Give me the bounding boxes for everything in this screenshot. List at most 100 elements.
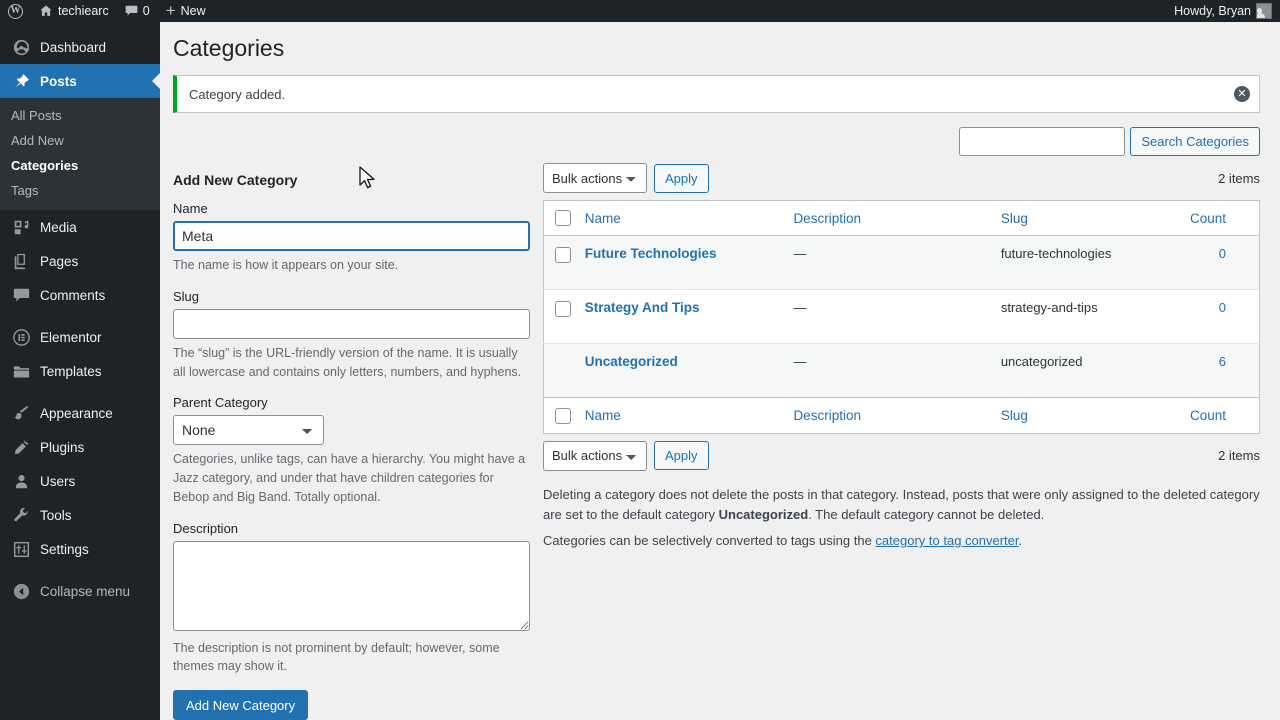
parent-category-select[interactable]: None	[173, 415, 324, 446]
sidebar-item-label: Users	[40, 473, 76, 489]
home-icon	[39, 4, 53, 18]
search-input[interactable]	[959, 127, 1126, 156]
sidebar-subitem-tags[interactable]: Tags	[0, 178, 160, 203]
row-description-cell: —	[793, 235, 1001, 290]
account-menu[interactable]: Howdy, Bryan	[1166, 0, 1280, 22]
row-description-cell: —	[793, 343, 1001, 398]
row-checkbox[interactable]	[555, 247, 571, 263]
description-help-text: The description is not prominent by defa…	[173, 640, 500, 674]
row-count-cell: 0	[1189, 289, 1260, 344]
pin-icon	[11, 71, 31, 91]
table-footer-row: Name Description Slug Count	[543, 397, 1260, 434]
category-name-link[interactable]: Strategy And Tips	[585, 300, 700, 315]
footnote-text-b: . The default category cannot be deleted…	[808, 507, 1045, 523]
search-categories-button[interactable]: Search Categories	[1130, 127, 1260, 156]
media-icon	[11, 217, 31, 237]
select-all-checkbox-top[interactable]	[555, 210, 571, 227]
row-checkbox[interactable]	[555, 301, 571, 317]
wordpress-logo-icon: W	[8, 3, 23, 19]
row-slug-cell: uncategorized	[1000, 343, 1190, 398]
avatar	[1256, 3, 1272, 19]
sidebar-subitem-add-new[interactable]: Add New	[0, 128, 160, 153]
column-footer-count[interactable]: Count	[1189, 397, 1260, 434]
sidebar-item-tools[interactable]: Tools	[0, 498, 160, 532]
success-notice: Category added. ✕	[173, 75, 1260, 113]
apply-button-top[interactable]: Apply	[654, 163, 709, 193]
sidebar-subitem-all-posts[interactable]: All Posts	[0, 103, 160, 128]
column-footer-slug[interactable]: Slug	[1000, 397, 1190, 434]
description-label: Description	[173, 520, 239, 536]
comment-count-label: 0	[142, 4, 150, 18]
table-head: Name Description Slug Count	[543, 200, 1260, 237]
new-content-button[interactable]: + New	[158, 0, 214, 22]
sidebar-item-settings[interactable]: Settings	[0, 532, 160, 566]
sidebar-item-elementor[interactable]: Elementor	[0, 320, 160, 354]
add-new-category-button[interactable]: Add New Category	[173, 690, 309, 720]
row-name-cell: Uncategorized	[584, 343, 794, 398]
category-count-link[interactable]: 0	[1219, 246, 1226, 261]
name-input[interactable]	[173, 221, 530, 251]
comments-bubble-button[interactable]: 0	[117, 0, 158, 22]
column-header-description[interactable]: Description	[793, 200, 1001, 237]
slug-input[interactable]	[173, 308, 530, 339]
sidebar-item-comments[interactable]: Comments	[0, 278, 160, 312]
category-name-link[interactable]: Future Technologies	[585, 246, 717, 261]
sidebar-item-label: Plugins	[40, 439, 85, 455]
row-count-cell: 6	[1189, 343, 1260, 398]
collapse-menu-label: Collapse menu	[40, 583, 131, 599]
description-textarea[interactable]	[173, 540, 530, 631]
posts-submenu: All Posts Add New Categories Tags	[0, 98, 160, 210]
row-count-cell: 0	[1189, 235, 1260, 290]
sidebar-item-label: Posts	[40, 73, 77, 89]
sidebar-subitem-categories[interactable]: Categories	[0, 153, 160, 178]
bulk-actions-select-top[interactable]: Bulk actions	[543, 163, 647, 193]
sidebar-item-plugins[interactable]: Plugins	[0, 430, 160, 464]
column-header-count[interactable]: Count	[1189, 200, 1260, 237]
column-header-slug[interactable]: Slug	[1000, 200, 1190, 237]
categories-list-panel: Bulk actions Apply 2 items Name Descript…	[543, 163, 1260, 720]
category-name-link[interactable]: Uncategorized	[585, 354, 678, 369]
category-count-link[interactable]: 6	[1219, 354, 1226, 369]
wp-logo-button[interactable]: W	[0, 0, 31, 22]
sidebar-item-users[interactable]: Users	[0, 464, 160, 498]
column-footer-description[interactable]: Description	[793, 397, 1001, 434]
footnote-uncategorized: Uncategorized	[718, 507, 809, 523]
category-count-link[interactable]: 0	[1219, 300, 1226, 315]
category-to-tag-converter-link[interactable]: category to tag converter	[875, 533, 1018, 548]
select-all-checkbox-bottom[interactable]	[555, 407, 571, 424]
column-header-name[interactable]: Name	[584, 200, 794, 237]
sidebar-item-dashboard[interactable]: Dashboard	[0, 30, 160, 64]
dashboard-icon	[11, 37, 31, 57]
table-row: Strategy And Tips — strategy-and-tips 0	[543, 289, 1260, 344]
table-footnote: Deleting a category does not delete the …	[543, 485, 1260, 551]
sidebar-item-label: Comments	[40, 287, 106, 303]
site-name-label: techiearc	[58, 4, 109, 18]
site-name-button[interactable]: techiearc	[31, 0, 117, 22]
folder-icon	[11, 361, 31, 381]
table-row: Future Technologies — future-technologie…	[543, 235, 1260, 290]
sidebar-item-pages[interactable]: Pages	[0, 244, 160, 278]
slug-label: Slug	[173, 288, 200, 304]
search-bar: Search Categories	[173, 127, 1260, 156]
howdy-label: Howdy, Bryan	[1174, 4, 1251, 18]
footnote-text-d: .	[1018, 533, 1023, 549]
sidebar-item-label: Pages	[40, 253, 79, 269]
bulk-actions-select-bottom[interactable]: Bulk actions	[543, 440, 647, 471]
close-icon[interactable]: ✕	[1234, 86, 1250, 102]
sidebar-item-label: Elementor	[40, 329, 102, 345]
collapse-menu-button[interactable]: Collapse menu	[0, 574, 160, 608]
column-footer-name[interactable]: Name	[584, 397, 794, 434]
sidebar-divider-3	[0, 566, 160, 574]
table-foot: Name Description Slug Count	[543, 397, 1260, 434]
brush-icon	[11, 403, 31, 423]
categories-table: Name Description Slug Count Future Techn…	[543, 200, 1260, 434]
name-label: Name	[173, 201, 208, 216]
sidebar-item-posts[interactable]: Posts	[0, 64, 160, 98]
sidebar-item-appearance[interactable]: Appearance	[0, 396, 160, 430]
sidebar-item-media[interactable]: Media	[0, 210, 160, 244]
row-description-cell: —	[793, 289, 1001, 344]
row-name-cell: Strategy And Tips	[584, 289, 794, 344]
settings-icon	[11, 539, 31, 559]
apply-button-bottom[interactable]: Apply	[654, 441, 709, 471]
sidebar-item-templates[interactable]: Templates	[0, 354, 160, 388]
